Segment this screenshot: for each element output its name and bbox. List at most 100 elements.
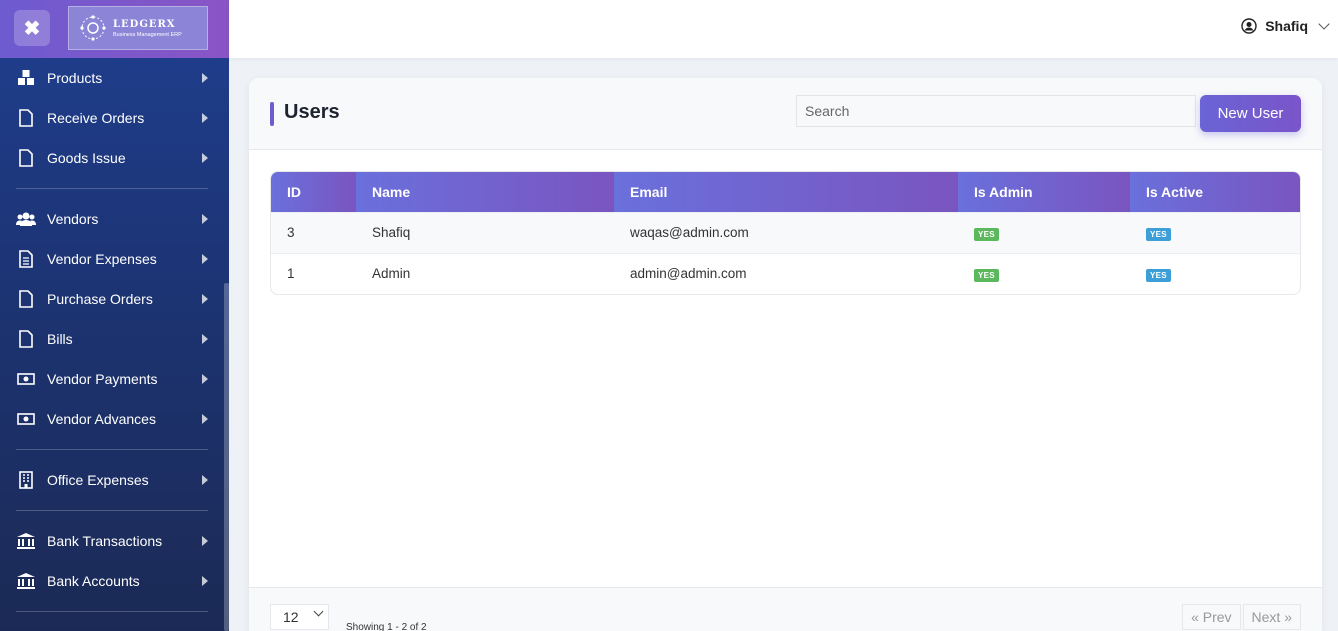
user-name: Shafiq xyxy=(1265,18,1308,34)
sidebar-item-label: Office Expenses xyxy=(47,472,149,488)
logo-subtitle: Business Management ERP xyxy=(113,31,182,38)
caret-right-icon xyxy=(202,374,208,384)
column-header-is-active[interactable]: Is Active xyxy=(1130,172,1300,212)
cell-name: Admin xyxy=(356,252,614,294)
sidebar-divider xyxy=(16,188,208,189)
sidebar-item-vendor-payments[interactable]: Vendor Payments xyxy=(0,359,224,399)
sidebar-menu: Products Receive Orders Goods Issue Vend… xyxy=(0,58,224,622)
column-header-email[interactable]: Email xyxy=(614,172,958,212)
page-title: Users xyxy=(284,101,340,123)
sidebar-item-label: Bank Transactions xyxy=(47,533,163,549)
bank-icon xyxy=(16,571,36,591)
user-circle-icon xyxy=(1241,18,1257,34)
caret-right-icon xyxy=(202,536,208,546)
per-page-select[interactable]: 12 xyxy=(270,604,329,630)
chevron-down-icon xyxy=(313,606,324,617)
sidebar-item-label: Receive Orders xyxy=(47,110,145,126)
sidebar-item-bank-accounts[interactable]: Bank Accounts xyxy=(0,561,224,601)
column-header-name[interactable]: Name xyxy=(356,172,614,212)
boxes-icon xyxy=(16,68,36,88)
prev-page-button[interactable]: « Prev xyxy=(1182,604,1241,630)
sidebar-item-products[interactable]: Products xyxy=(0,58,224,98)
pagination-summary: Showing 1 - 2 of 2 xyxy=(346,622,427,631)
caret-right-icon xyxy=(202,294,208,304)
sidebar-item-vendors[interactable]: Vendors xyxy=(0,199,224,239)
active-badge: YES xyxy=(1146,227,1171,241)
user-menu[interactable]: Shafiq xyxy=(1241,18,1330,34)
file-text-icon xyxy=(16,249,36,269)
sidebar-item-label: Vendor Expenses xyxy=(47,251,157,267)
sidebar-item-vendor-expenses[interactable]: Vendor Expenses xyxy=(0,239,224,279)
pagination: « Prev Next » xyxy=(1182,604,1301,630)
money-icon xyxy=(16,409,36,429)
next-page-button[interactable]: Next » xyxy=(1242,604,1301,630)
cell-email: waqas@admin.com xyxy=(614,211,958,253)
card-header: Users New User xyxy=(249,78,1322,150)
chevron-down-icon xyxy=(1318,18,1330,30)
cell-name: Shafiq xyxy=(356,211,614,253)
caret-right-icon xyxy=(202,414,208,424)
admin-badge: YES xyxy=(974,227,999,241)
caret-right-icon xyxy=(202,576,208,586)
caret-right-icon xyxy=(202,254,208,264)
sidebar-item-vendor-advances[interactable]: Vendor Advances xyxy=(0,399,224,439)
title-accent-bar xyxy=(270,102,274,126)
users-icon xyxy=(16,209,36,229)
sidebar-header: ✖ LEDGERX Business Management ERP xyxy=(0,0,229,58)
caret-right-icon xyxy=(202,334,208,344)
sidebar-item-bills[interactable]: Bills xyxy=(0,319,224,359)
caret-right-icon xyxy=(202,153,208,163)
sidebar-item-purchase-orders[interactable]: Purchase Orders xyxy=(0,279,224,319)
caret-right-icon xyxy=(202,113,208,123)
sidebar-item-bank-transactions[interactable]: Bank Transactions xyxy=(0,521,224,561)
sidebar-item-label: Vendors xyxy=(47,211,99,227)
table-row[interactable]: 1 Admin admin@admin.com YES YES xyxy=(271,252,1300,294)
cell-is-active: YES xyxy=(1130,211,1300,253)
bank-icon xyxy=(16,531,36,551)
caret-right-icon xyxy=(202,73,208,83)
logo-icon xyxy=(80,15,106,41)
sidebar: ✖ LEDGERX Business Management ERP Produc… xyxy=(0,0,229,631)
column-header-id[interactable]: ID xyxy=(271,172,356,212)
table-header-row: ID Name Email Is Admin Is Active xyxy=(271,172,1300,212)
file-icon xyxy=(16,148,36,168)
caret-right-icon xyxy=(202,475,208,485)
sidebar-scrollbar[interactable] xyxy=(224,283,229,631)
building-icon xyxy=(16,470,36,490)
sidebar-item-receive-orders[interactable]: Receive Orders xyxy=(0,98,224,138)
sidebar-item-label: Products xyxy=(47,70,103,86)
table-row[interactable]: 3 Shafiq waqas@admin.com YES YES xyxy=(271,211,1300,253)
money-icon xyxy=(16,369,36,389)
cell-id: 3 xyxy=(271,211,356,253)
close-icon: ✖ xyxy=(23,17,41,40)
sidebar-item-goods-issue[interactable]: Goods Issue xyxy=(0,138,224,178)
search-input[interactable] xyxy=(796,95,1196,127)
sidebar-divider xyxy=(16,449,208,450)
cell-id: 1 xyxy=(271,252,356,294)
top-bar: Shafiq xyxy=(229,0,1338,58)
cell-is-active: YES xyxy=(1130,252,1300,294)
admin-badge: YES xyxy=(974,268,999,282)
cell-is-admin: YES xyxy=(958,211,1130,253)
sidebar-item-office-expenses[interactable]: Office Expenses xyxy=(0,460,224,500)
cell-email: admin@admin.com xyxy=(614,252,958,294)
sidebar-divider xyxy=(16,611,208,612)
users-card: Users New User ID Name Email Is Admin Is… xyxy=(249,78,1322,631)
sidebar-item-label: Bank Accounts xyxy=(47,573,140,589)
sidebar-item-label: Purchase Orders xyxy=(47,291,153,307)
per-page-value: 12 xyxy=(283,609,299,625)
sidebar-item-label: Goods Issue xyxy=(47,150,126,166)
sidebar-item-label: Bills xyxy=(47,331,73,347)
logo[interactable]: LEDGERX Business Management ERP xyxy=(68,6,208,50)
sidebar-item-label: Vendor Advances xyxy=(47,411,156,427)
sidebar-divider xyxy=(16,510,208,511)
column-header-is-admin[interactable]: Is Admin xyxy=(958,172,1130,212)
close-sidebar-button[interactable]: ✖ xyxy=(14,10,50,46)
logo-title: LEDGERX xyxy=(113,18,176,30)
card-footer: 12 Showing 1 - 2 of 2 « Prev Next » xyxy=(249,587,1322,631)
new-user-button[interactable]: New User xyxy=(1200,95,1301,132)
caret-right-icon xyxy=(202,214,208,224)
active-badge: YES xyxy=(1146,268,1171,282)
cell-is-admin: YES xyxy=(958,252,1130,294)
file-icon xyxy=(16,329,36,349)
